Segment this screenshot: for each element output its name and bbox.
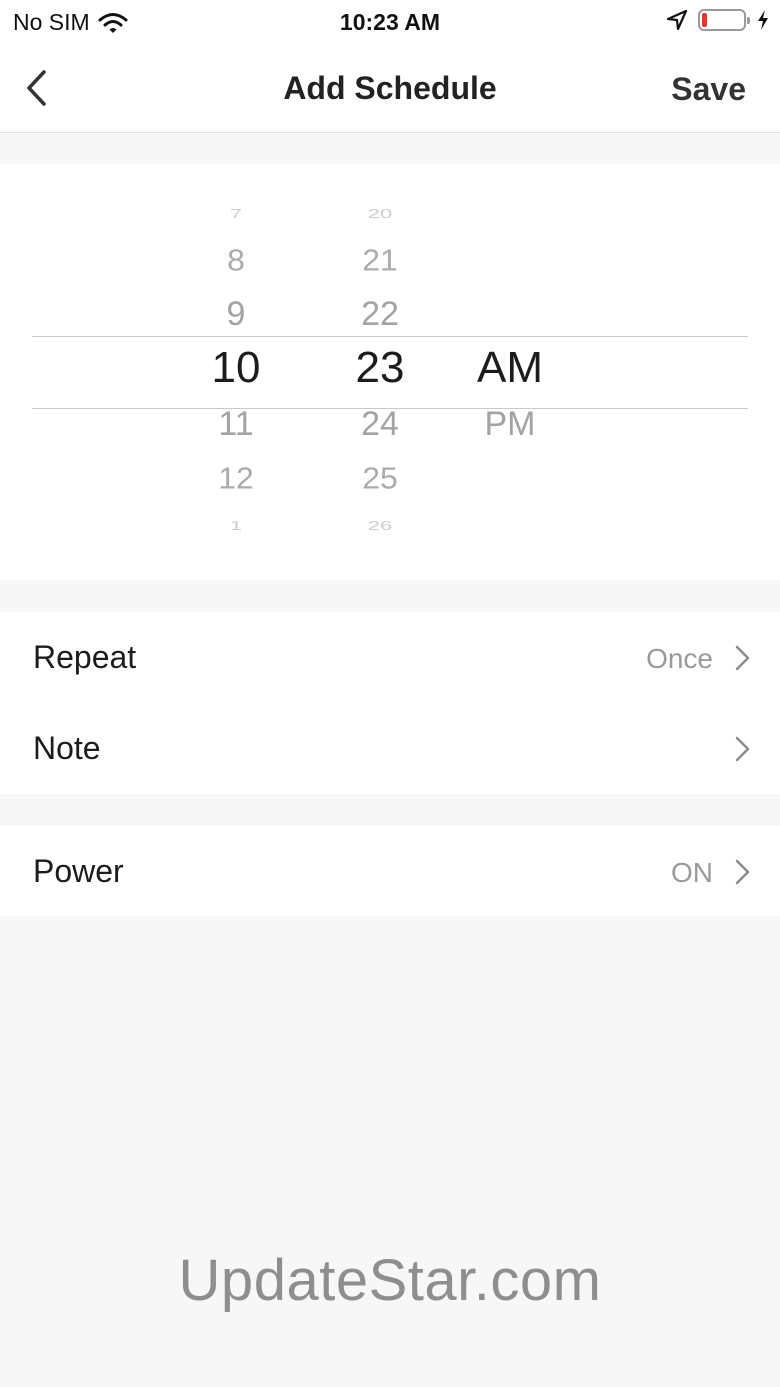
navigation-bar: Add Schedule Save <box>0 44 780 133</box>
hour-option-1[interactable]: 1 <box>176 519 296 533</box>
chevron-right-icon <box>735 645 750 671</box>
chevron-right-icon <box>735 736 750 762</box>
hour-option-8[interactable]: 8 <box>176 245 296 275</box>
period-option-pm[interactable]: PM <box>450 407 570 441</box>
power-value: ON <box>671 857 713 888</box>
hour-wheel[interactable]: 7 8 9 10 11 12 1 <box>176 164 296 580</box>
location-arrow-icon <box>666 9 688 31</box>
battery-level <box>702 13 707 27</box>
minute-option-22[interactable]: 22 <box>320 297 440 331</box>
minute-wheel[interactable]: 20 21 22 23 24 25 26 <box>320 164 440 580</box>
status-right <box>666 9 770 31</box>
schedule-options-section: Repeat Once Note <box>0 612 780 794</box>
repeat-value: Once <box>646 643 713 674</box>
watermark: UpdateStar.com <box>178 1248 602 1313</box>
save-button[interactable]: Save <box>671 71 746 108</box>
period-option-am[interactable]: AM <box>450 346 570 390</box>
add-schedule-screen: No SIM 10:23 AM Add Schedule Save 7 8 9 … <box>0 0 780 1387</box>
hour-option-11[interactable]: 11 <box>176 407 296 441</box>
minute-option-26[interactable]: 26 <box>320 519 440 533</box>
time-picker: 7 8 9 10 11 12 1 20 21 22 23 24 25 26 AM PM <box>0 164 780 580</box>
chevron-left-icon <box>27 70 46 106</box>
power-row[interactable]: Power ON <box>0 826 780 916</box>
back-button[interactable] <box>22 66 62 110</box>
battery-icon <box>698 9 750 31</box>
repeat-label: Repeat <box>33 639 137 675</box>
chevron-right-icon <box>735 859 750 885</box>
power-label: Power <box>33 853 124 889</box>
hour-option-9[interactable]: 9 <box>176 297 296 331</box>
hour-option-10[interactable]: 10 <box>176 346 296 390</box>
power-section: Power ON <box>0 826 780 916</box>
page-title: Add Schedule <box>283 70 497 106</box>
note-row[interactable]: Note <box>0 703 780 794</box>
note-label: Note <box>33 730 101 766</box>
period-wheel[interactable]: AM PM <box>450 164 570 580</box>
minute-option-20[interactable]: 20 <box>320 207 440 221</box>
minute-option-21[interactable]: 21 <box>320 245 440 275</box>
repeat-row[interactable]: Repeat Once <box>0 612 780 703</box>
charging-bolt-icon <box>758 10 768 30</box>
minute-option-24[interactable]: 24 <box>320 407 440 441</box>
hour-option-12[interactable]: 12 <box>176 463 296 493</box>
minute-option-25[interactable]: 25 <box>320 463 440 493</box>
minute-option-23[interactable]: 23 <box>320 346 440 390</box>
status-time: 10:23 AM <box>339 9 441 35</box>
status-bar: No SIM 10:23 AM <box>0 0 780 44</box>
hour-option-7[interactable]: 7 <box>176 207 296 221</box>
